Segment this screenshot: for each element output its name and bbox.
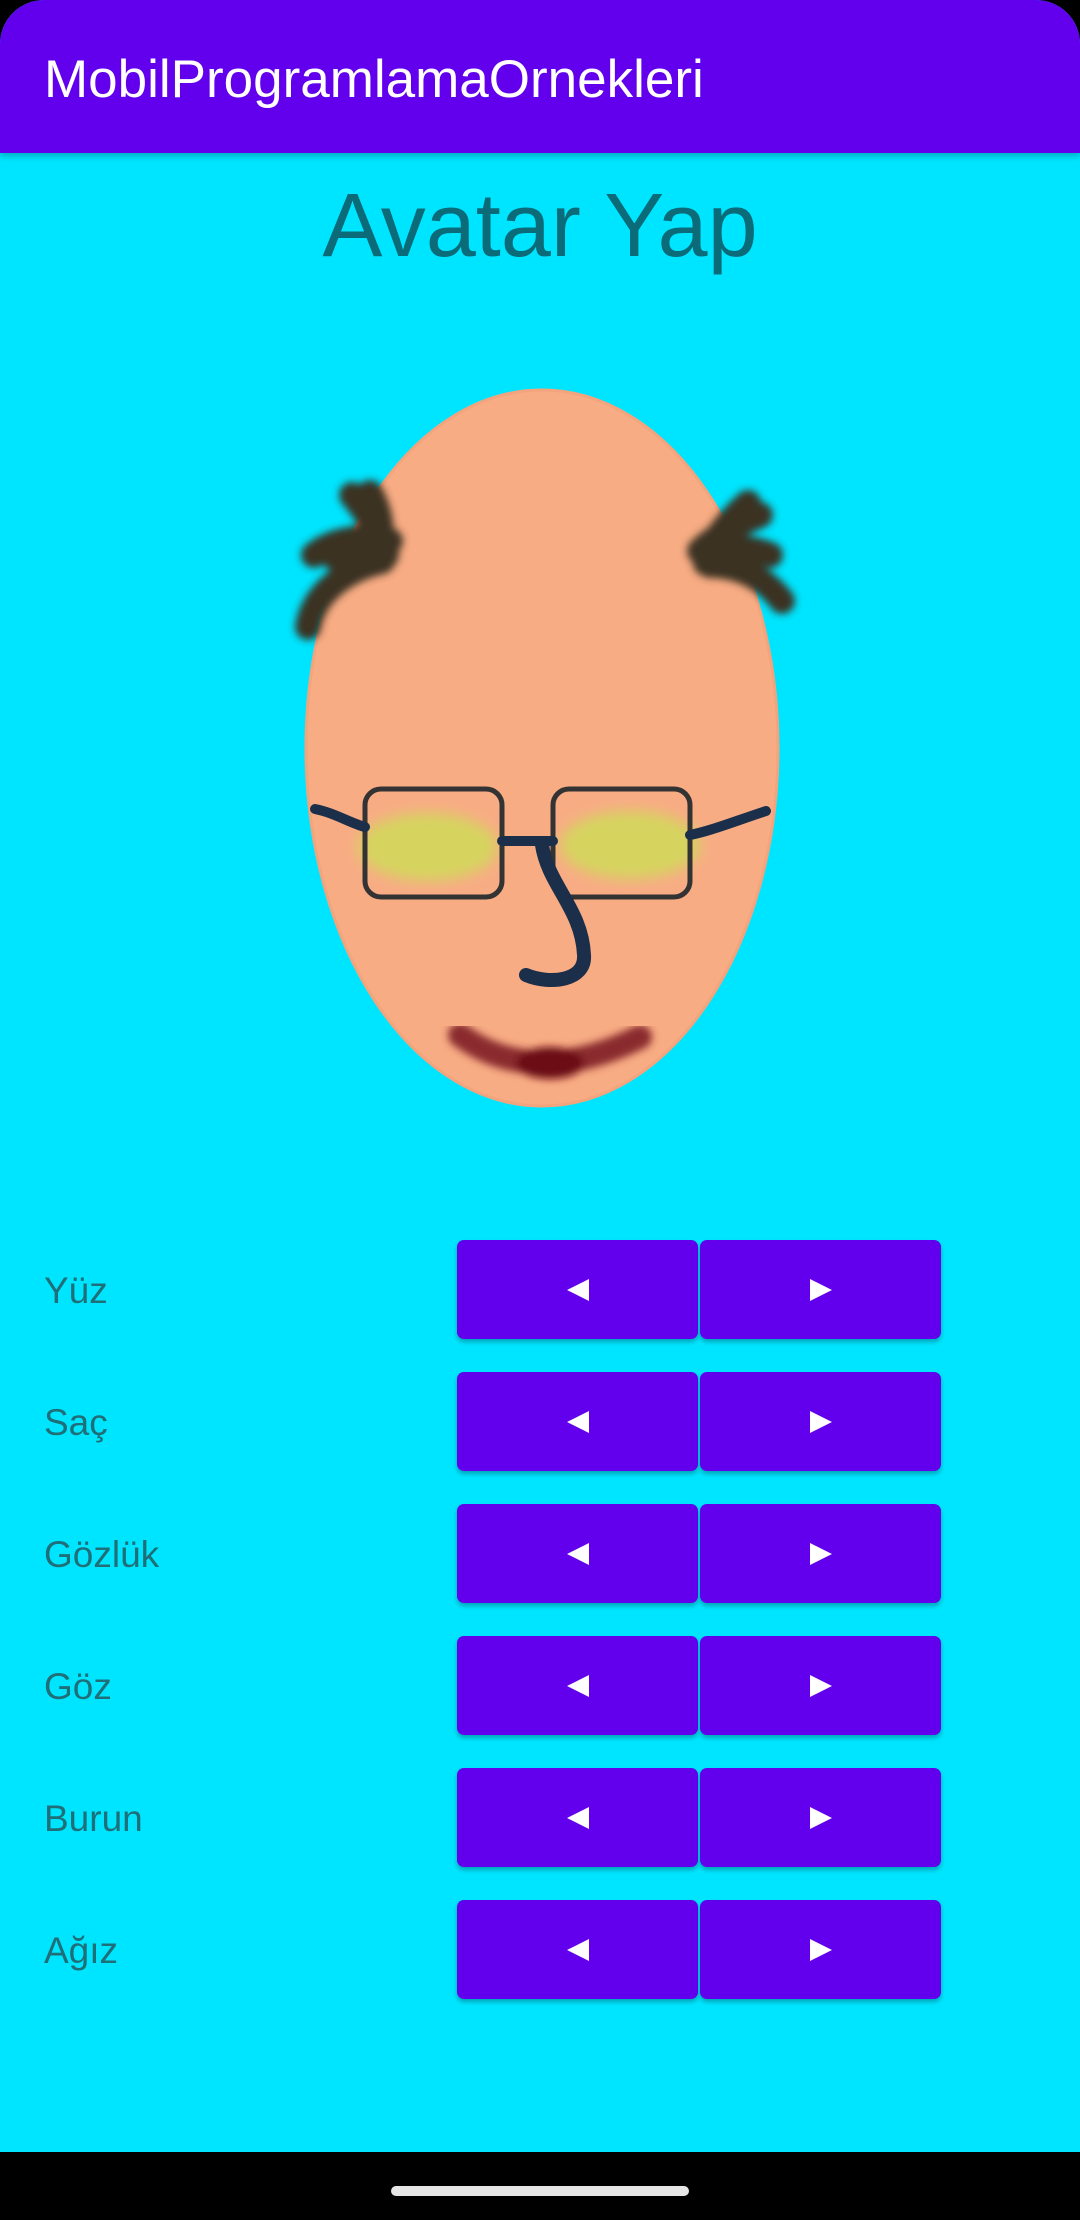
page-title: Avatar Yap <box>322 176 758 276</box>
row-label: Gözlük <box>44 1534 160 1575</box>
app-bar: MobilProgramlamaOrnekleri <box>0 0 1080 153</box>
triangle-right-icon <box>809 1938 832 1961</box>
triangle-right-icon <box>809 1278 832 1301</box>
nose-next-button[interactable] <box>700 1768 941 1867</box>
control-row-face: Yüz <box>0 1240 1080 1340</box>
nose-prev-button[interactable] <box>457 1768 698 1867</box>
triangle-left-icon <box>566 1278 589 1301</box>
triangle-left-icon <box>566 1938 589 1961</box>
control-row-eyes: Göz <box>0 1636 1080 1736</box>
control-row-mouth: Ağız <box>0 1900 1080 2000</box>
triangle-left-icon <box>566 1542 589 1565</box>
hair-prev-button[interactable] <box>457 1372 698 1471</box>
row-label: Göz <box>44 1666 112 1707</box>
triangle-right-icon <box>809 1410 832 1433</box>
triangle-right-icon <box>809 1806 832 1829</box>
app-title: MobilProgramlamaOrnekleri <box>44 50 704 109</box>
mouth-prev-button[interactable] <box>457 1900 698 1999</box>
app-screen: MobilProgramlamaOrnekleri Avatar Yap Yüz… <box>0 0 1080 2220</box>
face-prev-button[interactable] <box>457 1240 698 1339</box>
row-label: Burun <box>44 1798 143 1839</box>
control-row-glasses: Gözlük <box>0 1504 1080 1604</box>
avatar-image <box>295 388 795 1108</box>
eyes-next-button[interactable] <box>700 1636 941 1735</box>
control-row-nose: Burun <box>0 1768 1080 1868</box>
triangle-right-icon <box>809 1674 832 1697</box>
triangle-left-icon <box>566 1806 589 1829</box>
triangle-right-icon <box>809 1542 832 1565</box>
row-label: Ağız <box>44 1930 119 1971</box>
hair-next-button[interactable] <box>700 1372 941 1471</box>
control-row-hair: Saç <box>0 1372 1080 1472</box>
row-label: Saç <box>44 1402 108 1443</box>
system-navigation-bar <box>0 2152 1080 2220</box>
triangle-left-icon <box>566 1674 589 1697</box>
mouth-next-button[interactable] <box>700 1900 941 1999</box>
glasses-prev-button[interactable] <box>457 1504 698 1603</box>
triangle-left-icon <box>566 1410 589 1433</box>
face-next-button[interactable] <box>700 1240 941 1339</box>
content-area: Avatar Yap Yüz Saç Gözlük Göz Burun Ağız <box>0 153 1080 2152</box>
eyes-prev-button[interactable] <box>457 1636 698 1735</box>
row-label: Yüz <box>44 1270 108 1311</box>
home-gesture-handle[interactable] <box>391 2186 689 2196</box>
glasses-next-button[interactable] <box>700 1504 941 1603</box>
